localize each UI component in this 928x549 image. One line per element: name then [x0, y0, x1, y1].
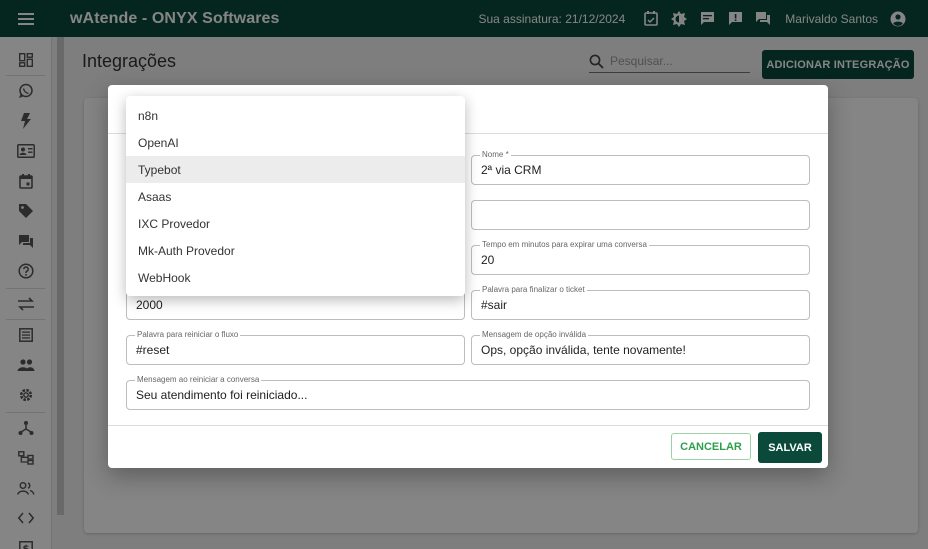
mensagem-reiniciar-value: Seu atendimento foi reiniciado... — [136, 388, 308, 402]
tempo-expirar-label: Tempo em minutos para expirar uma conver… — [480, 240, 649, 250]
palavra-finalizar-field[interactable]: Palavra para finalizar o ticket #sair — [471, 285, 810, 320]
delay-value: 2000 — [136, 298, 163, 312]
nome-value: 2ª via CRM — [481, 163, 542, 177]
nome-label: Nome * — [480, 150, 511, 160]
menu-item-openai[interactable]: OpenAI — [126, 129, 465, 156]
mensagem-reiniciar-field[interactable]: Mensagem ao reiniciar a conversa Seu ate… — [126, 375, 810, 410]
menu-item-mk-auth-provedor[interactable]: Mk-Auth Provedor — [126, 237, 465, 264]
tempo-expirar-field[interactable]: Tempo em minutos para expirar uma conver… — [471, 240, 810, 275]
menu-item-ixc-provedor[interactable]: IXC Provedor — [126, 210, 465, 237]
palavra-reiniciar-field[interactable]: Palavra para reiniciar o fluxo #reset — [126, 330, 465, 365]
tempo-expirar-value: 20 — [481, 253, 495, 267]
menu-item-asaas[interactable]: Asaas — [126, 183, 465, 210]
opcao-invalida-label: Mensagem de opção inválida — [480, 330, 589, 340]
cancel-button[interactable]: CANCELAR — [671, 433, 751, 460]
palavra-finalizar-value: #sair — [481, 298, 508, 312]
palavra-finalizar-label: Palavra para finalizar o ticket — [480, 285, 587, 295]
opcao-invalida-field[interactable]: Mensagem de opção inválida Ops, opção in… — [471, 330, 810, 365]
nome-field[interactable]: Nome * 2ª via CRM — [471, 150, 810, 185]
menu-item-n8n[interactable]: n8n — [126, 102, 465, 129]
opcao-invalida-value: Ops, opção inválida, tente novamente! — [481, 343, 686, 357]
dialog-footer-divider — [108, 425, 828, 426]
mensagem-reiniciar-label: Mensagem ao reiniciar a conversa — [135, 375, 262, 385]
integration-type-menu: n8n OpenAI Typebot Asaas IXC Provedor Mk… — [126, 96, 465, 296]
menu-item-webhook[interactable]: WebHook — [126, 264, 465, 291]
menu-item-typebot[interactable]: Typebot — [126, 156, 465, 183]
secondary-field[interactable] — [471, 200, 810, 230]
palavra-reiniciar-label: Palavra para reiniciar o fluxo — [135, 330, 241, 340]
palavra-reiniciar-value: #reset — [136, 343, 170, 357]
save-button[interactable]: SALVAR — [758, 432, 822, 463]
